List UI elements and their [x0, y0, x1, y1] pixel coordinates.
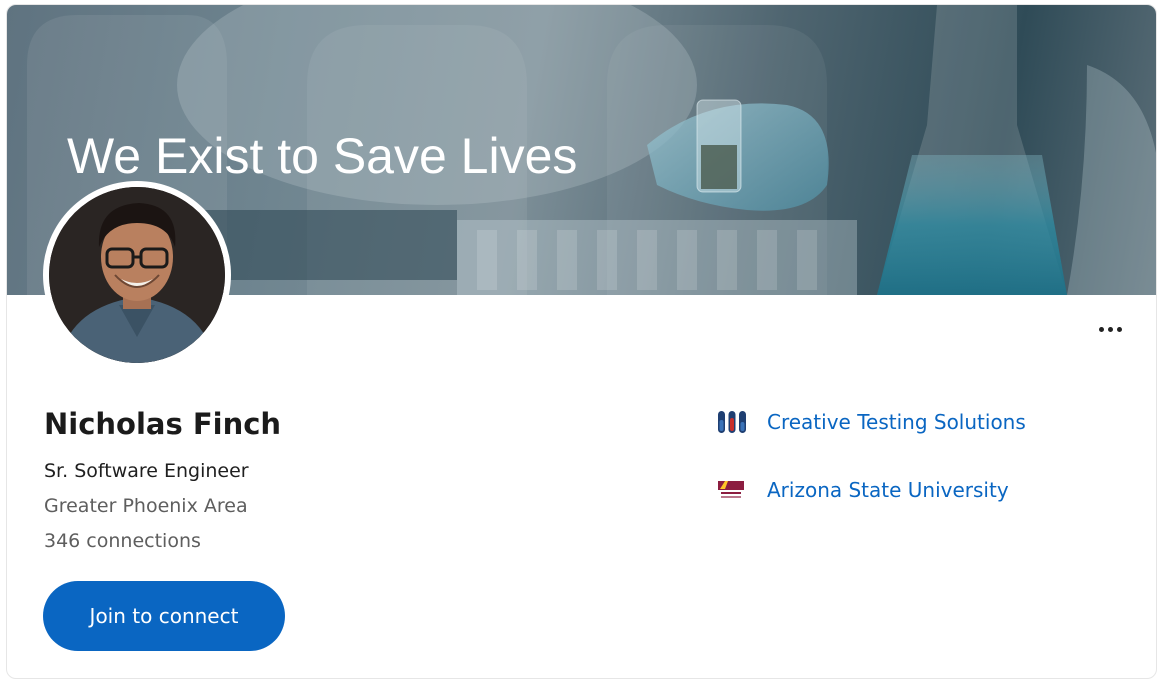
profile-connections: 346 connections — [44, 530, 201, 552]
join-to-connect-button[interactable]: Join to connect — [43, 581, 285, 651]
more-options-button[interactable] — [1092, 317, 1128, 341]
avatar[interactable] — [49, 187, 225, 363]
more-horizontal-icon — [1098, 326, 1104, 332]
profile-photo — [49, 187, 225, 363]
more-dot — [1107, 326, 1113, 332]
organization-name[interactable]: Arizona State University — [767, 478, 1009, 502]
asu-logo-icon — [715, 475, 749, 505]
organization-name[interactable]: Creative Testing Solutions — [767, 410, 1026, 434]
banner-title: We Exist to Save Lives — [67, 128, 578, 184]
avatar-frame — [43, 181, 231, 369]
profile-name: Nicholas Finch — [44, 407, 282, 441]
profile-card: We Exist to Save Lives Nicholas Finch Sr… — [6, 4, 1157, 679]
organization-link-current-company[interactable]: Creative Testing Solutions — [715, 407, 1026, 437]
organization-link-school[interactable]: Arizona State University — [715, 475, 1009, 505]
test-tubes-logo-icon — [715, 407, 749, 437]
profile-headline: Sr. Software Engineer — [44, 460, 249, 482]
profile-location: Greater Phoenix Area — [44, 495, 248, 517]
more-dot — [1116, 326, 1122, 332]
